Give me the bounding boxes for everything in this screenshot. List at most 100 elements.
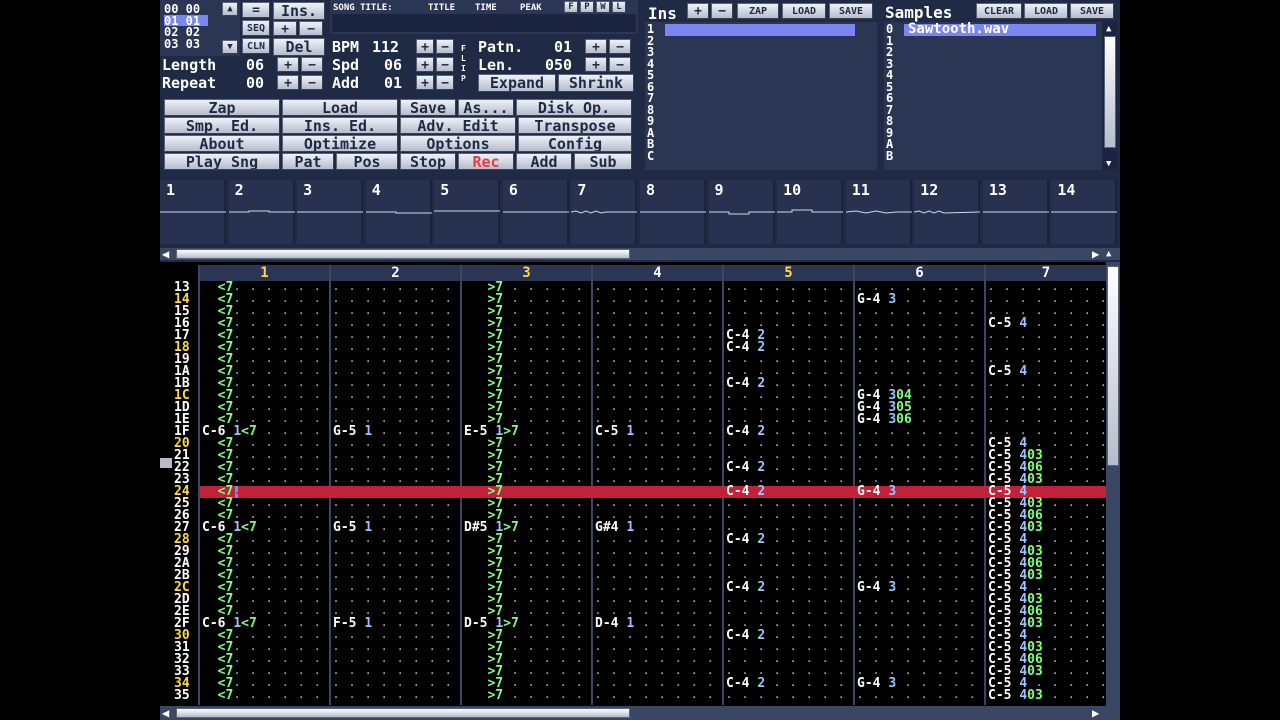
- menu-as-button[interactable]: As...: [458, 99, 514, 116]
- w-button[interactable]: W: [596, 1, 610, 13]
- scope-scroll-right-icon[interactable]: ▶: [1092, 248, 1099, 260]
- length-plus-button[interactable]: +: [277, 57, 299, 72]
- pos-minus-button[interactable]: −: [299, 21, 323, 36]
- spd-minus-button[interactable]: −: [436, 57, 454, 72]
- instrument-zap-button[interactable]: ZAP: [737, 3, 779, 19]
- channel-header-3[interactable]: 3: [462, 265, 591, 281]
- instrument-list[interactable]: 123456789ABC: [645, 22, 877, 170]
- note-cell[interactable]: C-5 403: [988, 689, 1045, 702]
- note-cell[interactable]: C-5 4: [988, 365, 1030, 378]
- samples-clear-button[interactable]: CLEAR: [976, 3, 1022, 19]
- samples-load-button[interactable]: LOAD: [1024, 3, 1068, 19]
- cln-button[interactable]: CLN: [242, 38, 270, 54]
- menu-ins-ed-button[interactable]: Ins. Ed.: [282, 117, 398, 134]
- pos-plus-button[interactable]: +: [273, 21, 297, 36]
- note-cell[interactable]: D-4 1: [595, 617, 637, 630]
- add-minus-button[interactable]: −: [436, 75, 454, 90]
- expand-button[interactable]: Expand: [478, 74, 556, 92]
- patn-minus-button[interactable]: −: [609, 39, 631, 54]
- menu-disk-op-button[interactable]: Disk Op.: [516, 99, 632, 116]
- position-entry[interactable]: 02 02: [164, 26, 208, 38]
- seq-button[interactable]: SEQ: [242, 20, 270, 36]
- menu-pos-button[interactable]: Pos: [336, 153, 398, 170]
- spd-plus-button[interactable]: +: [416, 57, 434, 72]
- scope-channel-6[interactable]: 6: [502, 180, 569, 244]
- note-cell[interactable]: <7: [202, 689, 236, 702]
- scope-channel-2[interactable]: 2: [228, 180, 295, 244]
- instrument-minus-button[interactable]: −: [711, 3, 733, 19]
- length-minus-button[interactable]: −: [301, 57, 323, 72]
- note-cell[interactable]: C-4 2: [726, 377, 768, 390]
- position-entry[interactable]: 00 00: [164, 3, 208, 15]
- scope-scrollbar[interactable]: ◀ ▶ ▲: [160, 248, 1120, 260]
- menu-save-button[interactable]: Save: [400, 99, 456, 116]
- note-cell[interactable]: C-4 2: [726, 425, 768, 438]
- instrument-slot[interactable]: C: [647, 150, 654, 163]
- note-cell[interactable]: C-5 4: [988, 317, 1030, 330]
- scope-channel-11[interactable]: 11: [845, 180, 912, 244]
- bpm-plus-button[interactable]: +: [416, 39, 434, 54]
- scope-scroll-up-icon[interactable]: ▲: [1106, 248, 1111, 260]
- scope-scroll-thumb[interactable]: [176, 249, 630, 259]
- pattern-scroll-left-icon[interactable]: ◀: [162, 707, 169, 719]
- instrument-plus-button[interactable]: +: [687, 3, 709, 19]
- len-plus-button[interactable]: +: [585, 57, 607, 72]
- menu-play-sng-button[interactable]: Play Sng: [164, 153, 280, 170]
- shrink-button[interactable]: Shrink: [558, 74, 634, 92]
- pattern-vscrollbar[interactable]: [1106, 262, 1120, 706]
- position-entry[interactable]: 03 03: [164, 38, 208, 50]
- eq-button[interactable]: =: [242, 2, 270, 18]
- note-cell[interactable]: >7: [464, 689, 506, 702]
- note-cell[interactable]: G-5 1: [333, 425, 375, 438]
- menu-config-button[interactable]: Config: [518, 135, 632, 152]
- scope-channel-13[interactable]: 13: [982, 180, 1049, 244]
- menu-pat-button[interactable]: Pat: [282, 153, 334, 170]
- menu-zap-button[interactable]: Zap: [164, 99, 280, 116]
- position-down-button[interactable]: ▼: [222, 40, 238, 54]
- scope-channel-12[interactable]: 12: [914, 180, 981, 244]
- l-button[interactable]: L: [612, 1, 626, 13]
- note-cell[interactable]: G-5 1: [333, 521, 375, 534]
- scope-channel-8[interactable]: 8: [639, 180, 706, 244]
- menu-rec-button[interactable]: Rec: [458, 153, 514, 170]
- scope-channel-10[interactable]: 10: [777, 180, 844, 244]
- scope-channel-1[interactable]: 1: [160, 180, 226, 244]
- scope-channel-4[interactable]: 4: [365, 180, 432, 244]
- note-cell[interactable]: G-4 3: [857, 485, 899, 498]
- note-cell[interactable]: C-4 2: [726, 533, 768, 546]
- menu-stop-button[interactable]: Stop: [400, 153, 456, 170]
- bpm-minus-button[interactable]: −: [436, 39, 454, 54]
- len-minus-button[interactable]: −: [609, 57, 631, 72]
- note-cell[interactable]: C-4 2: [726, 341, 768, 354]
- pattern-hscrollbar[interactable]: ◀ ▶: [160, 706, 1120, 720]
- menu-smp-ed-button[interactable]: Smp. Ed.: [164, 117, 280, 134]
- note-cell[interactable]: C-4 2: [726, 485, 768, 498]
- f-button[interactable]: F: [564, 1, 578, 13]
- note-cell[interactable]: F-5 1: [333, 617, 375, 630]
- note-cell[interactable]: G-4 3: [857, 293, 899, 306]
- sample-list[interactable]: Sawtooth.wav 0123456789AB: [884, 22, 1102, 170]
- pattern-vscroll-thumb[interactable]: [1107, 266, 1119, 466]
- note-cell[interactable]: C-4 2: [726, 581, 768, 594]
- p-button[interactable]: P: [580, 1, 594, 13]
- title-tab[interactable]: TITLE: [428, 3, 455, 13]
- menu-options-button[interactable]: Options: [400, 135, 516, 152]
- samples-save-button[interactable]: SAVE: [1070, 3, 1114, 19]
- time-tab[interactable]: TIME: [475, 3, 497, 13]
- channel-header-2[interactable]: 2: [331, 265, 460, 281]
- flip-label[interactable]: FLIP: [461, 44, 469, 84]
- song-title-input[interactable]: [332, 14, 636, 32]
- menu-sub-button[interactable]: Sub: [574, 153, 632, 170]
- note-cell[interactable]: G#4 1: [595, 521, 637, 534]
- menu-add-button[interactable]: Add: [516, 153, 572, 170]
- peak-tab[interactable]: PEAK: [520, 3, 542, 13]
- row-number[interactable]: 35: [174, 689, 196, 702]
- repeat-minus-button[interactable]: −: [301, 75, 323, 90]
- scope-scroll-left-icon[interactable]: ◀: [162, 248, 169, 260]
- position-up-button[interactable]: ▲: [222, 2, 238, 16]
- scroll-down-icon[interactable]: ▼: [1106, 158, 1111, 170]
- channel-header-5[interactable]: 5: [724, 265, 853, 281]
- insert-position-button[interactable]: Ins.: [273, 2, 325, 20]
- instrument-save-button[interactable]: SAVE: [829, 3, 873, 19]
- sample-scrollbar[interactable]: ▲ ▼: [1103, 22, 1117, 170]
